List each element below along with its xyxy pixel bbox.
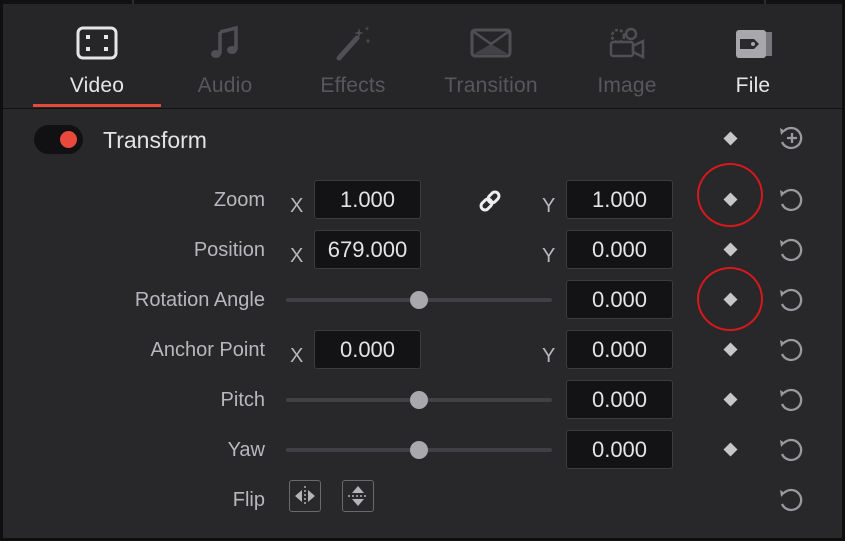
window-frame [0,0,845,541]
